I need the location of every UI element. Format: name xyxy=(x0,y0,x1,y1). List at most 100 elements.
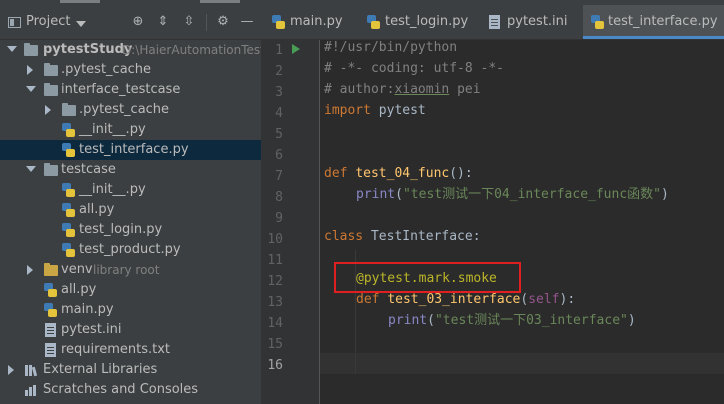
tree-item-label: all.py xyxy=(61,282,97,297)
chevron-down-icon[interactable] xyxy=(26,166,36,172)
tree-item-label: venv xyxy=(61,262,93,277)
tab-pytest-ini[interactable]: pytest.ini xyxy=(479,5,579,39)
code-line-4: import pytest xyxy=(324,103,426,118)
project-icon xyxy=(8,17,21,28)
tab-label: test_login.py xyxy=(385,14,469,29)
line-number: 12 xyxy=(267,274,283,289)
chevron-right-icon[interactable] xyxy=(27,265,33,275)
tree-item-label: __init__.py xyxy=(79,182,146,197)
tree-item-path: D:\HaierAutomationTest xyxy=(122,43,265,57)
line-number: 14 xyxy=(267,316,283,331)
tree-item-init-py[interactable]: __init__.py xyxy=(0,180,261,200)
python-file-icon xyxy=(62,243,75,257)
project-panel: Project ⊕ ⇕ ⇳ ⚙ — pytestStudy D:\HaierAu… xyxy=(0,5,265,404)
line-number-current: 16 xyxy=(267,358,283,373)
toolbar-divider xyxy=(206,14,207,31)
tree-item-label: pytestStudy xyxy=(43,42,133,57)
python-file-icon xyxy=(62,223,75,237)
project-view-dropdown-icon[interactable] xyxy=(76,21,86,27)
line-number: 11 xyxy=(267,253,283,268)
line-number: 5 xyxy=(275,127,283,142)
python-file-icon xyxy=(272,15,285,29)
tree-item-test-interface-py[interactable]: test_interface.py xyxy=(0,140,261,160)
tree-item-label: main.py xyxy=(61,302,114,317)
tree-item-label: test_product.py xyxy=(79,242,181,257)
line-number: 2 xyxy=(275,64,283,79)
tree-item-test-product-py[interactable]: test_product.py xyxy=(0,240,261,260)
line-number: 6 xyxy=(275,148,283,163)
project-tree: pytestStudy D:\HaierAutomationTest .pyte… xyxy=(0,40,265,400)
tab-label: test_interface.py xyxy=(608,14,718,29)
tree-item-label: .pytest_cache xyxy=(61,62,152,77)
project-panel-header: Project ⊕ ⇕ ⇳ ⚙ — xyxy=(0,5,261,40)
chevron-down-icon[interactable] xyxy=(7,46,17,52)
expand-all-icon[interactable]: ⇕ xyxy=(155,14,171,30)
tree-item-test-login-py[interactable]: test_login.py xyxy=(0,220,261,240)
tree-item-label: Scratches and Consoles xyxy=(43,382,199,397)
tree-item-main-py[interactable]: main.py xyxy=(0,300,261,320)
tree-item-all-py-root[interactable]: all.py xyxy=(0,280,261,300)
tree-item-scratches[interactable]: Scratches and Consoles xyxy=(0,380,261,400)
editor-tab-bar: main.py test_login.py pytest.ini test_in… xyxy=(261,5,724,40)
tab-test-interface-py[interactable]: test_interface.py xyxy=(583,5,724,39)
line-number: 9 xyxy=(275,211,283,226)
ini-file-icon xyxy=(489,15,500,29)
line-number: 10 xyxy=(267,232,283,247)
chevron-right-icon[interactable] xyxy=(45,105,51,115)
line-number: 15 xyxy=(267,337,283,352)
tree-item-venv[interactable]: venv library root xyxy=(0,260,261,280)
tree-item-label: .pytest_cache xyxy=(79,102,170,117)
code-line-1: #!/usr/bin/python xyxy=(324,40,458,55)
tree-item-testcase[interactable]: testcase xyxy=(0,160,261,180)
tree-item-label: all.py xyxy=(79,202,115,217)
excluded-folder-icon xyxy=(44,263,58,276)
folder-icon xyxy=(44,163,58,176)
tree-item-label: interface_testcase xyxy=(61,82,181,97)
locate-icon[interactable]: ⊕ xyxy=(130,14,146,30)
tree-item-pytestStudy[interactable]: pytestStudy D:\HaierAutomationTest xyxy=(0,40,265,60)
tab-test-login-py[interactable]: test_login.py xyxy=(357,5,477,39)
run-icon[interactable] xyxy=(292,44,300,54)
scratches-icon xyxy=(25,385,39,396)
folder-icon xyxy=(62,103,76,116)
tree-item-requirements-txt[interactable]: requirements.txt xyxy=(0,340,261,360)
tree-item-init-py[interactable]: __init__.py xyxy=(0,120,261,140)
line-number: 8 xyxy=(275,190,283,205)
tab-label: main.py xyxy=(290,14,343,29)
tree-item-pytest-cache[interactable]: .pytest_cache xyxy=(0,60,261,80)
python-file-icon xyxy=(62,203,75,217)
code-line-14: print("test测试一下03_interface") xyxy=(388,313,636,328)
gear-icon[interactable]: ⚙ xyxy=(215,14,231,30)
code-line-8: print("test测试一下04_interface_func函数") xyxy=(356,187,669,202)
tree-item-all-py[interactable]: all.py xyxy=(0,200,261,220)
line-number: 13 xyxy=(267,295,283,310)
tree-item-external-libraries[interactable]: External Libraries xyxy=(0,360,261,380)
code-line-3: # author:xiaomin pei xyxy=(324,82,481,97)
python-file-icon xyxy=(62,183,75,197)
tree-item-pytest-ini[interactable]: pytest.ini xyxy=(0,320,261,340)
tree-item-hint: library root xyxy=(93,263,160,277)
folder-icon xyxy=(44,83,58,96)
line-number: 7 xyxy=(275,169,283,184)
line-number: 1 xyxy=(275,43,283,58)
library-icon xyxy=(25,365,39,377)
python-file-icon xyxy=(62,143,75,157)
line-number: 3 xyxy=(275,85,283,100)
tab-label: pytest.ini xyxy=(507,14,568,29)
tree-item-interface-testcase[interactable]: interface_testcase xyxy=(0,80,261,100)
code-editor[interactable]: #!/usr/bin/python # -*- coding: utf-8 -*… xyxy=(320,40,724,404)
chevron-right-icon[interactable] xyxy=(8,365,14,375)
text-file-icon xyxy=(45,343,56,357)
chevron-down-icon[interactable] xyxy=(26,86,36,92)
tree-item-pytest-cache-nested[interactable]: .pytest_cache xyxy=(0,100,261,120)
chevron-right-icon[interactable] xyxy=(27,65,33,75)
python-file-icon xyxy=(44,303,57,317)
code-line-2: # -*- coding: utf-8 -*- xyxy=(324,61,505,76)
tree-item-label: __init__.py xyxy=(79,122,146,137)
tree-item-label: test_interface.py xyxy=(79,142,189,157)
tree-item-label: test_login.py xyxy=(79,222,163,237)
collapse-all-icon[interactable]: ⇳ xyxy=(181,14,197,30)
project-title[interactable]: Project xyxy=(26,14,70,29)
hide-icon[interactable]: — xyxy=(239,14,255,30)
tab-main-py[interactable]: main.py xyxy=(261,5,355,39)
